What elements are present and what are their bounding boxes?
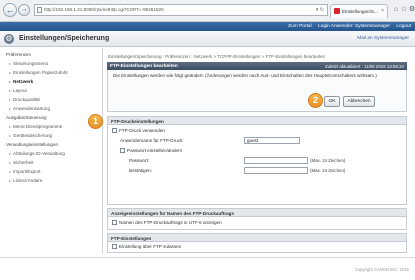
set-password-label: Passwort einstellen/ändern [127,148,183,153]
sidebar-item-control-menu[interactable]: Steuerungsmenü [9,61,48,66]
username-field[interactable]: guest [244,137,300,144]
allow-ftp-label: Einstellung über FTP zulassen [119,244,182,249]
display-settings-section: Anzeigeeinstellungen für Namen des FTP-D… [107,208,407,230]
address-bar[interactable]: http://192.168.1.21:8000/rps/nethttp.cgi… [34,4,328,16]
set-password-row[interactable]: Passwort einstellen/ändern [120,148,182,153]
use-ftp-print-row[interactable]: FTP-Druck verwenden [112,128,165,133]
page-icon [37,7,42,13]
copyright: Copyright CANON INC. 2015 [354,267,409,272]
ftp-print-section: FTP-Druckeinstellungen FTP-Druck verwend… [107,116,407,205]
gear-icon[interactable]: ⚙ [408,6,415,14]
browser-toolbar: ← → http://192.168.1.21:8000/rps/nethttp… [0,0,415,22]
utf8-label: Namen des FTP-Druckauftrags in UTF-8 anz… [119,220,222,225]
confirm-field[interactable] [244,167,308,174]
cancel-button[interactable]: Abbrechen [343,96,375,107]
login-user-text: Login Anwender: Systemmanager [317,23,390,29]
utf8-checkbox[interactable] [112,220,117,225]
sidebar-heading-preferences: Präferenzen [6,52,32,57]
confirm-max-hint: (Max. 24 Zeichen) [310,168,346,173]
settings-icon: ⚙ [4,34,14,44]
password-field[interactable] [244,157,308,164]
utf8-row[interactable]: Namen des FTP-Druckauftrags in UTF-8 anz… [112,220,222,225]
footer-divider [0,257,415,258]
ok-button[interactable]: OK [324,96,340,107]
ftp-print-heading: FTP-Druckeinstellungen [108,117,406,125]
panel-header: FTP-Einstellungen bearbeiten Zuletzt akt… [107,62,407,70]
confirm-label: Bestätigen: [129,168,152,173]
sidebar-item-user-maintenance[interactable]: Anwenderwartung [9,106,50,111]
canon-favicon-icon [334,8,340,14]
remote-ui-header: Zum Portal Login Anwender: Systemmanager… [0,22,415,31]
sidebar-item-import-export[interactable]: Import/Export [9,169,41,174]
allow-ftp-row[interactable]: Einstellung über FTP zulassen [112,244,181,249]
sidebar-item-department-id[interactable]: Abteilungs-ID-Verwaltung [9,151,65,156]
logout-link[interactable]: Logout [396,24,411,29]
username-label: Anwendername für FTP-Druck: [120,138,184,143]
info-text: Die Einstellungen werden wie folgt geänd… [113,73,377,78]
mail-sysmgr-link[interactable]: Mail an Systemmanager [357,36,409,41]
page-title: Einstellungen/Speicherung [19,35,110,42]
sidebar: Präferenzen Steuerungsmenü Einstellungen… [0,48,103,254]
tab-close-icon[interactable]: × [381,8,384,14]
main-content: Einstellungen/Speicherung : Präferenzen … [104,48,415,254]
password-max-hint: (Max. 24 Zeichen) [310,158,346,163]
password-label: Passwort: [129,158,150,163]
sidebar-item-license[interactable]: Lizenz/Andere [9,178,42,183]
home-icon[interactable]: ⌂ [392,6,400,14]
sidebar-heading-management: Verwaltungseinstellungen [6,142,59,147]
set-password-checkbox[interactable] [120,148,125,153]
panel-title: FTP-Einstellungen bearbeiten [110,63,178,69]
ftp-settings-heading: FTP-Einstellungen [108,234,406,242]
sidebar-item-utility-menu[interactable]: Menü Dienstprogramme [9,124,62,129]
display-settings-heading: Anzeigeeinstellungen für Namen des FTP-D… [108,209,406,217]
sidebar-item-paper-feed[interactable]: Einstellungen Papierzufuhr [9,70,68,75]
breadcrumb: Einstellungen/Speicherung : Präferenzen … [108,54,326,59]
portal-link[interactable]: Zum Portal [288,24,311,29]
tab-title: Einstellungen/S... [342,9,378,14]
last-updated: Zuletzt aktualisiert : 11/08 2015 13:56:… [324,63,404,69]
page-title-bar: ⚙ Einstellungen/Speicherung Mail an Syst… [0,31,415,47]
browser-tab[interactable]: Einstellungen/S... × [330,4,388,18]
callout-1-marker: 1 [88,114,103,129]
sidebar-item-network[interactable]: Netzwerk [9,79,33,84]
back-arrow-icon[interactable]: ← [3,3,17,17]
sidebar-heading-output: Ausgabe/Steuerung [6,115,47,120]
callout-2-marker: 2 [308,93,323,108]
sidebar-item-security[interactable]: Sicherheit [9,160,33,165]
forward-arrow-icon[interactable]: → [18,4,30,16]
ftp-settings-section: FTP-Einstellungen Einstellung über FTP z… [107,233,407,253]
allow-ftp-checkbox[interactable] [112,244,117,249]
address-url: http://192.168.1.21:8000/rps/nethttp.cgi… [44,7,164,12]
sidebar-item-device-lock[interactable]: Geräteabsicherung [9,133,52,138]
sidebar-item-print-quality[interactable]: Druckqualität [9,97,40,102]
star-icon[interactable]: ☆ [400,6,408,14]
refresh-icon[interactable]: ▾ ↻ [316,7,324,13]
sidebar-item-layout[interactable]: Layout [9,88,27,93]
use-ftp-print-checkbox[interactable] [112,128,117,133]
use-ftp-print-label: FTP-Druck verwenden [119,128,165,133]
